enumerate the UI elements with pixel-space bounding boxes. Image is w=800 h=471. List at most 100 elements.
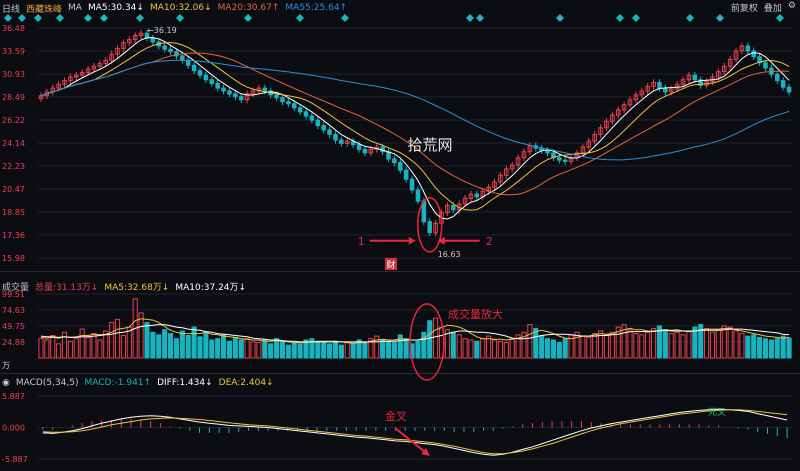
price-tick-label: 15.98 bbox=[2, 254, 25, 263]
volume-bar bbox=[209, 339, 215, 359]
volume-bar bbox=[327, 343, 333, 359]
volume-bar bbox=[97, 339, 103, 359]
volume-bar bbox=[786, 337, 792, 359]
event-marker-icon bbox=[136, 14, 144, 22]
candle-body bbox=[297, 107, 303, 113]
event-marker-icon bbox=[556, 14, 564, 22]
volume-bar bbox=[645, 331, 651, 359]
candle-body bbox=[692, 74, 698, 81]
volume-bar bbox=[274, 338, 280, 359]
volume-bar bbox=[56, 343, 62, 359]
volume-bar bbox=[250, 341, 256, 359]
volume-bar bbox=[179, 330, 185, 359]
candle-body bbox=[168, 48, 173, 53]
volume-bar bbox=[627, 329, 633, 359]
volume-bar bbox=[762, 338, 769, 359]
candle-body bbox=[545, 150, 550, 154]
price-tick-label: 24.14 bbox=[2, 139, 25, 148]
candle-body bbox=[233, 93, 238, 98]
candle-body bbox=[221, 87, 226, 92]
volume-bar bbox=[185, 334, 191, 359]
event-marker-icon bbox=[34, 14, 42, 22]
volume-bar bbox=[715, 329, 721, 359]
volume-bar bbox=[468, 339, 474, 359]
candle-body bbox=[356, 144, 362, 150]
volume-bar bbox=[539, 335, 545, 359]
event-marker-icon bbox=[84, 14, 92, 22]
candle-body bbox=[362, 148, 368, 154]
volume-bar bbox=[704, 327, 710, 359]
volume-bar bbox=[586, 336, 592, 359]
candle-body bbox=[745, 45, 751, 52]
volume-bar bbox=[550, 339, 556, 359]
event-marker-icon bbox=[18, 14, 26, 22]
volume-bar bbox=[527, 324, 533, 359]
stock-chart: 36.48 33.59 30.93 28.49 26.22 24.14 22.23 20.47… bbox=[2, 14, 792, 464]
candle-body bbox=[398, 162, 403, 171]
candle-body bbox=[403, 169, 409, 180]
candle-body bbox=[333, 133, 338, 141]
candle-body bbox=[262, 87, 268, 92]
price-tick-label: 17.36 bbox=[2, 231, 25, 240]
candle-body bbox=[309, 115, 315, 121]
volume-bar bbox=[315, 340, 321, 359]
candle-body bbox=[557, 157, 562, 161]
event-marker-icon bbox=[4, 14, 12, 22]
event-marker-icon bbox=[632, 14, 640, 22]
volume-bar bbox=[556, 342, 562, 359]
macd-tick-label: 0.000 bbox=[2, 424, 25, 433]
price-tick-label: 20.47 bbox=[2, 185, 25, 194]
candle-body bbox=[315, 119, 321, 127]
candle-body bbox=[191, 64, 197, 72]
event-marker-icon bbox=[176, 14, 184, 22]
volume-bar bbox=[544, 338, 551, 359]
candle-body bbox=[209, 79, 215, 84]
candle-body bbox=[303, 111, 309, 117]
volume-bar bbox=[733, 330, 739, 359]
volume-bar bbox=[344, 342, 350, 359]
candle-body bbox=[286, 101, 291, 105]
candle-body bbox=[280, 97, 285, 103]
volume-bar bbox=[727, 326, 733, 359]
candle-body bbox=[751, 50, 756, 58]
volume-tick-label: 24.88 bbox=[2, 338, 25, 347]
ma10-line bbox=[40, 42, 790, 211]
volume-bar bbox=[745, 335, 751, 359]
volume-bar bbox=[162, 329, 168, 359]
candle-body bbox=[657, 81, 662, 89]
volume-bar bbox=[403, 338, 409, 359]
candle-body bbox=[180, 55, 185, 61]
volume-bar bbox=[580, 335, 586, 359]
candle-body bbox=[238, 96, 244, 101]
price-tick-label: 33.59 bbox=[2, 47, 25, 56]
volume-bar bbox=[692, 326, 698, 359]
volume-bar bbox=[751, 334, 757, 359]
volume-bar bbox=[603, 334, 610, 359]
volume-bar bbox=[592, 333, 598, 359]
volume-bar bbox=[491, 339, 498, 359]
volume-bar bbox=[415, 340, 421, 359]
event-marker-icon bbox=[616, 14, 624, 22]
candle-body bbox=[427, 221, 432, 234]
candle-body bbox=[474, 193, 480, 198]
volume-bar bbox=[279, 340, 286, 359]
volume-bar bbox=[215, 338, 221, 359]
candle-body bbox=[291, 103, 297, 109]
price-tick-label: 18.85 bbox=[2, 208, 25, 217]
candle-body bbox=[215, 82, 220, 89]
volume-bar bbox=[50, 334, 56, 359]
cai-badge: 财 bbox=[386, 259, 395, 271]
volume-bar bbox=[686, 330, 692, 359]
volume-bar bbox=[768, 339, 774, 359]
ma5-line bbox=[40, 37, 790, 220]
volume-bar bbox=[562, 338, 568, 359]
candle-body bbox=[227, 90, 232, 95]
volume-bar bbox=[268, 343, 274, 359]
volume-tick-label: 74.63 bbox=[2, 306, 25, 315]
volume-bar bbox=[167, 333, 174, 359]
event-marker-icon bbox=[476, 14, 484, 22]
volume-bar bbox=[61, 331, 68, 359]
volume-bar bbox=[651, 327, 657, 359]
volume-bar bbox=[709, 331, 716, 359]
volume-bar bbox=[533, 327, 539, 359]
